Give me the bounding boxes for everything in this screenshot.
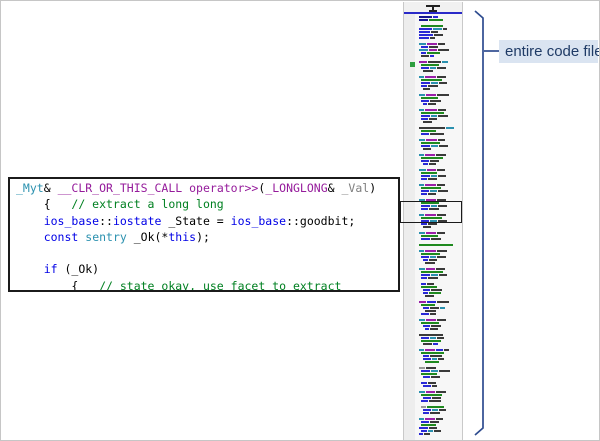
scroll-map-handle-icon[interactable] — [426, 5, 440, 12]
minimap-change-marker — [410, 62, 415, 67]
minimap-line — [419, 433, 461, 436]
zoomed-code-box: _Myt& __CLR_OR_THIS_CALL operator>>(_LON… — [8, 177, 400, 292]
code-line — [16, 245, 398, 261]
minimap-code-preview[interactable] — [419, 16, 461, 436]
callout-bracket — [471, 1, 600, 441]
minimap-viewport-rect[interactable] — [400, 201, 462, 223]
minimap-header[interactable] — [404, 2, 462, 12]
code-line: { // state okay, use facet to extract — [16, 278, 398, 292]
minimap-margin — [404, 14, 415, 441]
code-line: { // extract a long long — [16, 196, 398, 212]
callout-label: entire code file — [499, 40, 598, 63]
code-line: _Myt& __CLR_OR_THIS_CALL operator>>(_LON… — [16, 180, 398, 196]
code-line: if (_Ok) — [16, 261, 398, 277]
code-line: const sentry _Ok(*this); — [16, 229, 398, 245]
code-line: ios_base::iostate _State = ios_base::goo… — [16, 213, 398, 229]
figure-minimap-annotation: _Myt& __CLR_OR_THIS_CALL operator>>(_LON… — [0, 0, 600, 441]
